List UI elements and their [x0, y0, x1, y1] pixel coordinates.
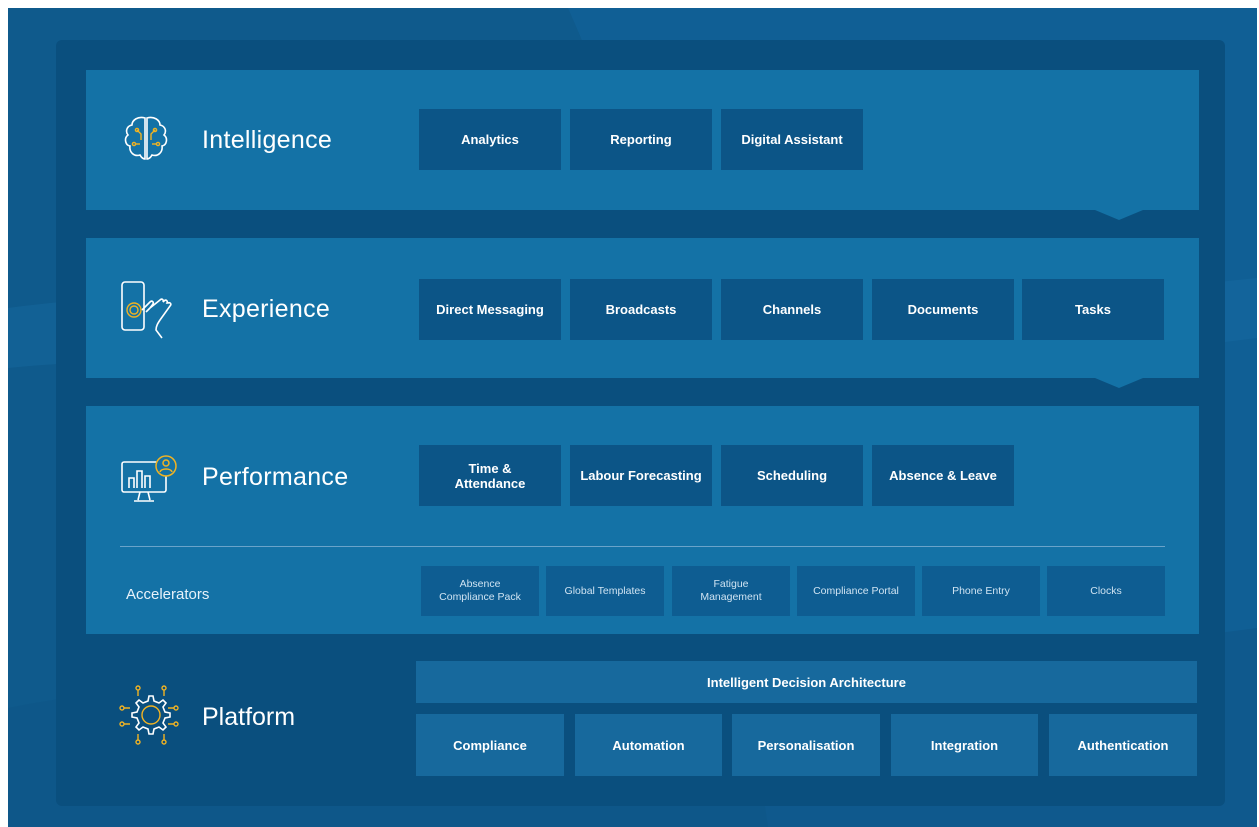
tile-channels[interactable]: Channels — [721, 279, 863, 340]
tile-direct-messaging[interactable]: Direct Messaging — [419, 279, 561, 340]
layer-title: Performance — [202, 463, 349, 491]
accelerator-compliance-portal[interactable]: Compliance Portal — [797, 566, 915, 616]
layer-title: Intelligence — [202, 126, 333, 154]
tile-analytics[interactable]: Analytics — [419, 109, 561, 170]
tile-tasks[interactable]: Tasks — [1022, 279, 1164, 340]
intelligent-decision-architecture-banner[interactable]: Intelligent Decision Architecture — [416, 661, 1197, 703]
brain-circuit-icon — [124, 116, 168, 160]
tile-digital-assistant[interactable]: Digital Assistant — [721, 109, 863, 170]
tile-scheduling[interactable]: Scheduling — [721, 445, 863, 506]
layer-title: Experience — [202, 295, 331, 323]
accelerators-label: Accelerators — [126, 586, 210, 603]
touch-phone-icon — [121, 281, 172, 339]
monitor-chart-user-icon — [121, 455, 177, 502]
accelerator-global-templates[interactable]: Global Templates — [546, 566, 664, 616]
platform-tile-integration[interactable]: Integration — [891, 714, 1038, 776]
layer-connector-arrow — [1095, 378, 1143, 388]
accelerator-fatigue-management[interactable]: Fatigue Management — [672, 566, 790, 616]
platform-tile-authentication[interactable]: Authentication — [1049, 714, 1197, 776]
tile-broadcasts[interactable]: Broadcasts — [570, 279, 712, 340]
platform-tile-automation[interactable]: Automation — [575, 714, 722, 776]
accelerators-divider — [120, 546, 1165, 547]
accelerator-phone-entry[interactable]: Phone Entry — [922, 566, 1040, 616]
layer-experience: Experience Direct Messaging Broadcasts C… — [86, 238, 1199, 388]
tile-absence-leave[interactable]: Absence & Leave — [872, 445, 1014, 506]
gear-circuit-icon — [119, 685, 179, 745]
accelerator-absence-compliance-pack[interactable]: Absence Compliance Pack — [421, 566, 539, 616]
accelerator-clocks[interactable]: Clocks — [1047, 566, 1165, 616]
tile-labour-forecasting[interactable]: Labour Forecasting — [570, 445, 712, 506]
tile-reporting[interactable]: Reporting — [570, 109, 712, 170]
platform-tile-compliance[interactable]: Compliance — [416, 714, 564, 776]
architecture-diagram: Intelligence Analytics Reporting Digital… — [8, 8, 1257, 827]
tile-documents[interactable]: Documents — [872, 279, 1014, 340]
layer-intelligence: Intelligence Analytics Reporting Digital… — [86, 70, 1199, 220]
layer-connector-arrow — [1095, 210, 1143, 220]
platform-title: Platform — [202, 703, 296, 731]
tile-time-attendance[interactable]: Time & Attendance — [419, 445, 561, 506]
platform-tile-personalisation[interactable]: Personalisation — [732, 714, 880, 776]
